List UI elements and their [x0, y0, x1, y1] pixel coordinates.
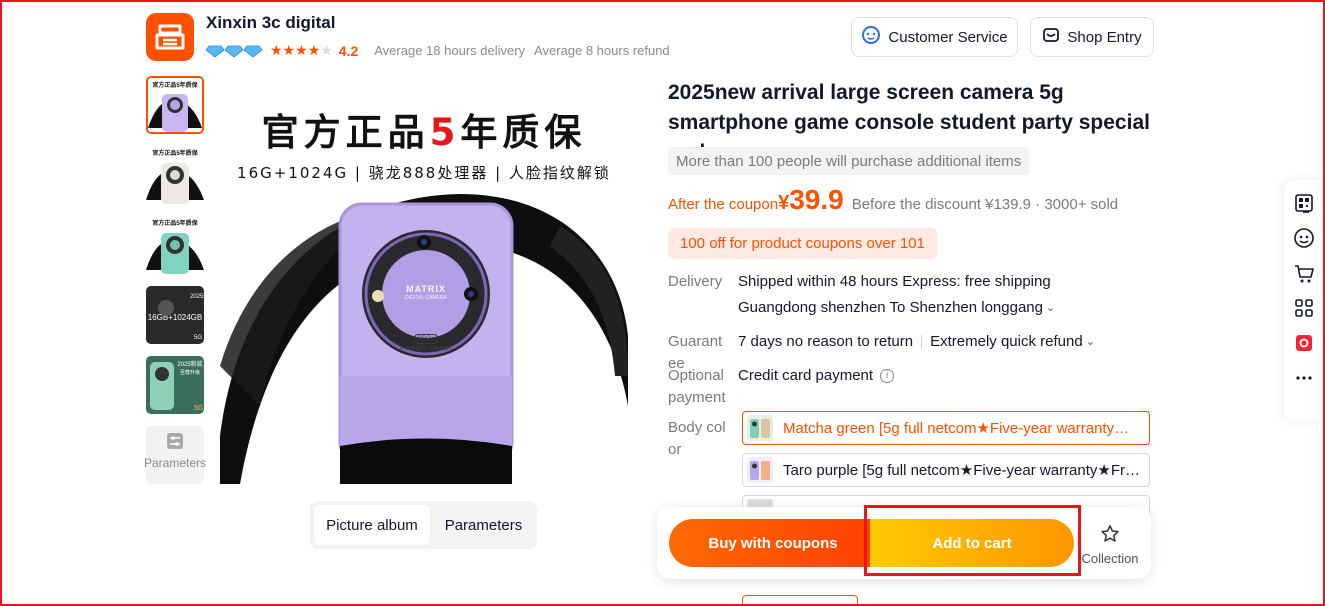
add-to-cart-button[interactable]: Add to cart [870, 519, 1074, 567]
camera-badge: PRO+ [414, 334, 438, 344]
svg-text:官方正品5年质保: 官方正品5年质保 [152, 149, 198, 157]
star-outline-icon [1100, 524, 1120, 547]
more-icon[interactable] [1292, 365, 1316, 391]
smiley-icon[interactable] [1292, 225, 1316, 251]
star-rating-icon: ★★★★★ [270, 42, 333, 58]
diamond-icons [206, 44, 262, 58]
camera-brand-text: MATRIX [406, 284, 446, 294]
coupon-badge[interactable]: 100 off for product coupons over 101 [668, 228, 937, 259]
before-discount-text: Before the discount ¥139.9 · 3000+ sold [851, 196, 1119, 213]
svg-text:官方正品5年质保: 官方正品5年质保 [152, 219, 198, 227]
svg-text:2025新款: 2025新款 [177, 360, 202, 368]
svg-text:2025新款: 2025新款 [190, 292, 204, 300]
collection-label: Collection [1081, 551, 1139, 566]
payment-info: Credit card payment i [738, 365, 895, 387]
delivery-route-text: Guangdong shenzhen To Shenzhen longgang [738, 299, 1043, 316]
buy-with-coupons-button[interactable]: Buy with coupons [669, 519, 877, 567]
tab-parameters[interactable]: Parameters [434, 505, 533, 545]
shop-logo[interactable] [146, 13, 194, 61]
grid-icon[interactable] [1292, 295, 1316, 321]
thumbnail-5[interactable]: 2025新款 至尊升级 5G [146, 356, 204, 414]
guarantee-return: 7 days no reason to return [738, 333, 914, 350]
action-bar: Buy with coupons Add to cart Collection [657, 507, 1151, 579]
store-icon [1042, 26, 1060, 48]
thumbnail-4[interactable]: 2025新款 16GB+1024GB 5G [146, 286, 204, 344]
delivery-label: Delivery [668, 273, 723, 290]
chevron-down-icon: ⌄ [1085, 336, 1095, 348]
thumbnail-list: 官方正品5年质保 官方正品5年质保 官方正品5年质保 2025新款 16GB+10… [143, 76, 207, 484]
body-color-label: Body color [668, 419, 726, 458]
after-coupon-label: After the coupon [668, 196, 779, 213]
cart-icon[interactable] [1292, 260, 1316, 286]
delivery-info: Shipped within 48 hours Express: free sh… [738, 273, 1051, 290]
shop-meta: ★★★★★ 4.2 Average 18 hours delivery Aver… [206, 42, 679, 59]
parameters-thumbnail-label: Parameters [143, 456, 207, 470]
shop-entry-label: Shop Entry [1067, 28, 1142, 46]
svg-text:5G: 5G [194, 405, 203, 412]
customer-service-label: Customer Service [888, 28, 1008, 46]
parameters-thumbnail[interactable]: Parameters [143, 426, 207, 484]
album-tab-bar: Picture album Parameters [310, 501, 537, 549]
guarantee-info[interactable]: 7 days no reason to return Extremely quic… [738, 331, 1095, 353]
thumbnail-1[interactable]: 官方正品5年质保 [146, 76, 204, 134]
qr-code-icon[interactable] [1292, 190, 1316, 216]
sku-thumbnail [747, 457, 773, 483]
collection-button[interactable]: Collection [1080, 524, 1140, 566]
tab-picture-album[interactable]: Picture album [314, 505, 430, 545]
chevron-down-icon: ⌄ [1046, 302, 1056, 314]
red-badge-icon[interactable] [1292, 330, 1316, 356]
sliders-icon [166, 432, 184, 454]
shop-entry-button[interactable]: Shop Entry [1030, 17, 1154, 57]
right-sidebar [1284, 180, 1324, 421]
camera-spec-text: AI SHENMIC CAMHIST [399, 346, 453, 352]
refund-average: Average 8 hours refund [534, 43, 670, 58]
image-subheadline: 16G+1024G | 骁龙888处理器 | 人脸指纹解锁 [237, 164, 611, 182]
sku-thumbnail [747, 415, 773, 441]
sku-option-peek [742, 595, 858, 606]
price-row: After the coupon ¥39.9 Before the discou… [668, 184, 1118, 216]
shop-name[interactable]: Xinxin 3c digital [206, 13, 335, 33]
svg-text:5G: 5G [194, 335, 202, 341]
thumbnail-3[interactable]: 官方正品5年质保 [146, 216, 204, 274]
camera-sub-text: DIGITAL CAMERA [405, 295, 447, 301]
delivery-average: Average 18 hours delivery [374, 43, 526, 58]
delivery-route[interactable]: Guangdong shenzhen To Shenzhen longgang ⌄ [738, 297, 1055, 319]
svg-text:至尊升级: 至尊升级 [180, 369, 200, 376]
guarantee-refund: Extremely quick refund [930, 333, 1083, 350]
payment-value: Credit card payment [738, 367, 874, 384]
shop-rating: 4.2 [338, 42, 359, 59]
promo-tag: More than 100 people will purchase addit… [668, 147, 1030, 175]
thumbnail-2[interactable]: 官方正品5年质保 [146, 146, 204, 204]
info-icon[interactable]: i [880, 369, 895, 383]
coupon-price: ¥39.9 [778, 184, 844, 215]
svg-text:官方正品5年质保: 官方正品5年质保 [152, 81, 198, 89]
main-product-image[interactable]: 官方正品5年质保 16G+1024G | 骁龙888处理器 | 人脸指纹解锁 M… [220, 76, 628, 484]
image-headline: 官方正品5年质保 [261, 111, 587, 154]
sku-option-matcha-green[interactable]: Matcha green [5g full netcom★Five-year w… [742, 411, 1150, 445]
sku-option-taro-purple[interactable]: Taro purple [5g full netcom★Five-year wa… [742, 453, 1150, 487]
svg-text:16GB+1024GB: 16GB+1024GB [148, 313, 202, 322]
chat-icon [861, 25, 881, 49]
customer-service-button[interactable]: Customer Service [851, 17, 1018, 57]
